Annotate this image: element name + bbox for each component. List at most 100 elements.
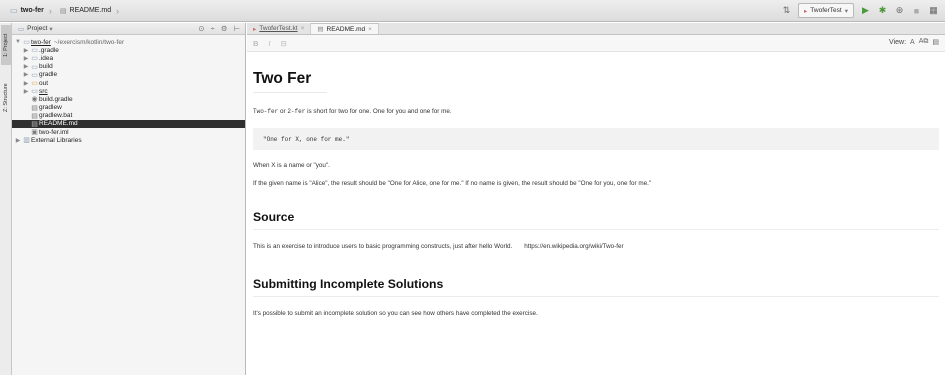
tree-label: src (39, 87, 48, 95)
project-structure-icon[interactable]: ▦ (928, 5, 939, 16)
folder-icon: ▭ (31, 80, 38, 88)
library-icon: ▥ (23, 137, 30, 145)
collapsed-arrow-icon[interactable]: ▶ (14, 137, 22, 144)
tree-row-src[interactable]: ▶ ▭ src (12, 87, 245, 96)
tree-label: gradle (39, 71, 58, 79)
iml-file-icon: ▣ (31, 129, 38, 137)
collapsed-arrow-icon[interactable]: ▶ (22, 55, 30, 62)
folder-icon: ▭ (23, 39, 30, 47)
tree-label: .gradle (39, 46, 59, 54)
navigation-bar: ▭ two-fer › ▤ README.md › ⇅ ▸ TwoferTest… (0, 0, 945, 22)
file-icon: ▤ (31, 104, 38, 112)
text: or (278, 108, 288, 115)
structure-tool-tab[interactable]: Z: Structure (1, 75, 11, 121)
collapsed-arrow-icon[interactable]: ▶ (22, 88, 30, 95)
paragraph-alice: If the given name is "Alice", the result… (253, 180, 652, 187)
collapsed-arrow-icon[interactable]: ▶ (22, 80, 30, 87)
chevron-down-icon[interactable]: ▾ (49, 25, 52, 33)
markdown-toolbar: B I ⊟ View: A A⧉ ▤ (247, 35, 945, 52)
tool-window-strip: 1: Project Z: Structure (0, 23, 12, 375)
tree-row-gradle[interactable]: ▶ ▭ gradle (12, 71, 245, 79)
tree-row-gradle-dir[interactable]: ▶ ▭ .gradle (12, 46, 245, 55)
bold-icon[interactable]: B (253, 39, 258, 48)
paragraph-source: This is an exercise to introduce users t… (253, 242, 939, 251)
tree-label: README.md (39, 120, 78, 128)
tree-row-gradlew-bat[interactable]: ▤ gradlew.bat (12, 112, 245, 120)
chevron-right-icon: › (48, 5, 52, 16)
tree-row-build-gradle[interactable]: ◉ build.gradle (12, 95, 245, 104)
tree-label: External Libraries (31, 136, 82, 144)
tree-label: .idea (39, 54, 54, 62)
close-icon[interactable]: × (301, 25, 305, 32)
heading-source: Source (253, 210, 939, 230)
close-icon[interactable]: × (368, 26, 372, 33)
kotlin-file-icon: ▸ (253, 25, 257, 33)
markdown-file-icon: ▤ (31, 120, 38, 128)
inline-code: 2-fer (287, 108, 306, 115)
run-configuration-select[interactable]: ▸ TwoferTest ▾ (798, 3, 854, 18)
editor-tabs: ▸ TwoferTest.kt × ▤ README.md × (247, 23, 945, 35)
tree-row-out[interactable]: ▶ ▭ out (12, 79, 245, 88)
tree-row-gradlew[interactable]: ▤ gradlew (12, 104, 245, 112)
tab-readme[interactable]: ▤ README.md × (311, 23, 379, 34)
tree-label: out (39, 79, 49, 87)
breadcrumb-file-label: README.md (69, 7, 112, 14)
tree-label: gradlew (39, 104, 62, 112)
project-panel-header: ▭ Project ▾ ⊙ ÷ ⚙ ⊢ (12, 23, 245, 35)
text: is short for two for one. One for you an… (305, 108, 452, 115)
split-view-icon[interactable]: A⧉ (919, 38, 929, 46)
tree-row-build[interactable]: ▶ ▭ build (12, 63, 245, 71)
tree-path: ~/exercism/kotlin/two-fer (53, 38, 125, 46)
run-icon[interactable]: ▶ (860, 5, 871, 16)
breadcrumb-project[interactable]: ▭ two-fer › (6, 3, 56, 18)
wikipedia-link[interactable]: https://en.wikipedia.org/wiki/Two-fer (524, 243, 623, 250)
gradle-file-icon: ◉ (31, 96, 38, 104)
collapsed-arrow-icon[interactable]: ▶ (22, 63, 30, 70)
chevron-down-icon: ▾ (844, 7, 848, 15)
tree-label: gradlew.bat (39, 112, 73, 120)
file-icon: ▤ (31, 112, 38, 120)
tree-row-idea[interactable]: ▶ ▭ .idea (12, 54, 245, 63)
project-tool-tab[interactable]: 1: Project (1, 25, 11, 65)
editor-only-icon[interactable]: A (910, 39, 915, 46)
debug-icon[interactable]: ✱ (877, 5, 888, 16)
collapse-all-icon[interactable]: ÷ (211, 24, 215, 33)
collapsed-arrow-icon[interactable]: ▶ (22, 71, 30, 78)
run-toolbar: ⇅ ▸ TwoferTest ▾ ▶ ✱ ⊛ ■ ▦ (781, 3, 939, 18)
paragraph-submitting: It's possible to submit an incomplete so… (253, 310, 538, 317)
collapsed-arrow-icon[interactable]: ▶ (22, 47, 30, 54)
paragraph-x-name: When X is a name or "you". (253, 162, 330, 169)
expanded-arrow-icon[interactable]: ▼ (14, 39, 22, 45)
markdown-file-icon: ▤ (317, 26, 324, 33)
folder-icon: ▭ (10, 6, 18, 15)
tree-row-external-libraries[interactable]: ▶ ▥ External Libraries (12, 136, 245, 145)
folder-icon: ▭ (31, 71, 38, 79)
italic-icon[interactable]: I (268, 39, 270, 48)
target-icon[interactable]: ⊙ (198, 24, 204, 33)
view-mode-switcher: View: A A⧉ ▤ (889, 38, 939, 46)
tree-label: two-fer.iml (39, 128, 69, 136)
heading-submitting: Submitting Incomplete Solutions (253, 277, 939, 297)
structure-tool-tab-label: Z: Structure (3, 83, 9, 113)
kotlin-test-icon: ▸ (804, 7, 808, 15)
preview-only-icon[interactable]: ▤ (932, 38, 939, 46)
code-block: "One for X, one for me." (253, 128, 939, 150)
tree-row-root[interactable]: ▼ ▭ two-fer ~/exercism/kotlin/two-fer (12, 38, 245, 47)
markdown-preview: Two Fer Two-fer or 2-fer is short for tw… (247, 70, 945, 318)
tab-twofer-test[interactable]: ▸ TwoferTest.kt × (247, 23, 312, 34)
stop-icon[interactable]: ■ (911, 5, 922, 16)
folder-icon: ▭ (31, 55, 38, 63)
coverage-icon[interactable]: ⊛ (894, 5, 905, 16)
chevron-right-icon: › (116, 5, 120, 16)
project-view-label[interactable]: Project (27, 25, 47, 32)
tree-row-readme[interactable]: ▤ README.md (12, 119, 245, 129)
strikethrough-icon[interactable]: ⊟ (281, 39, 287, 48)
breadcrumb-file[interactable]: ▤ README.md › (56, 3, 123, 18)
build-icon[interactable]: ⇅ (781, 5, 792, 16)
tree-label: build.gradle (39, 95, 73, 103)
gear-icon[interactable]: ⚙ (221, 24, 228, 33)
tab-label: README.md (326, 25, 366, 33)
tree-label: two-fer (31, 38, 51, 46)
hide-panel-icon[interactable]: ⊢ (233, 24, 240, 33)
tree-row-iml[interactable]: ▣ two-fer.iml (12, 128, 245, 137)
